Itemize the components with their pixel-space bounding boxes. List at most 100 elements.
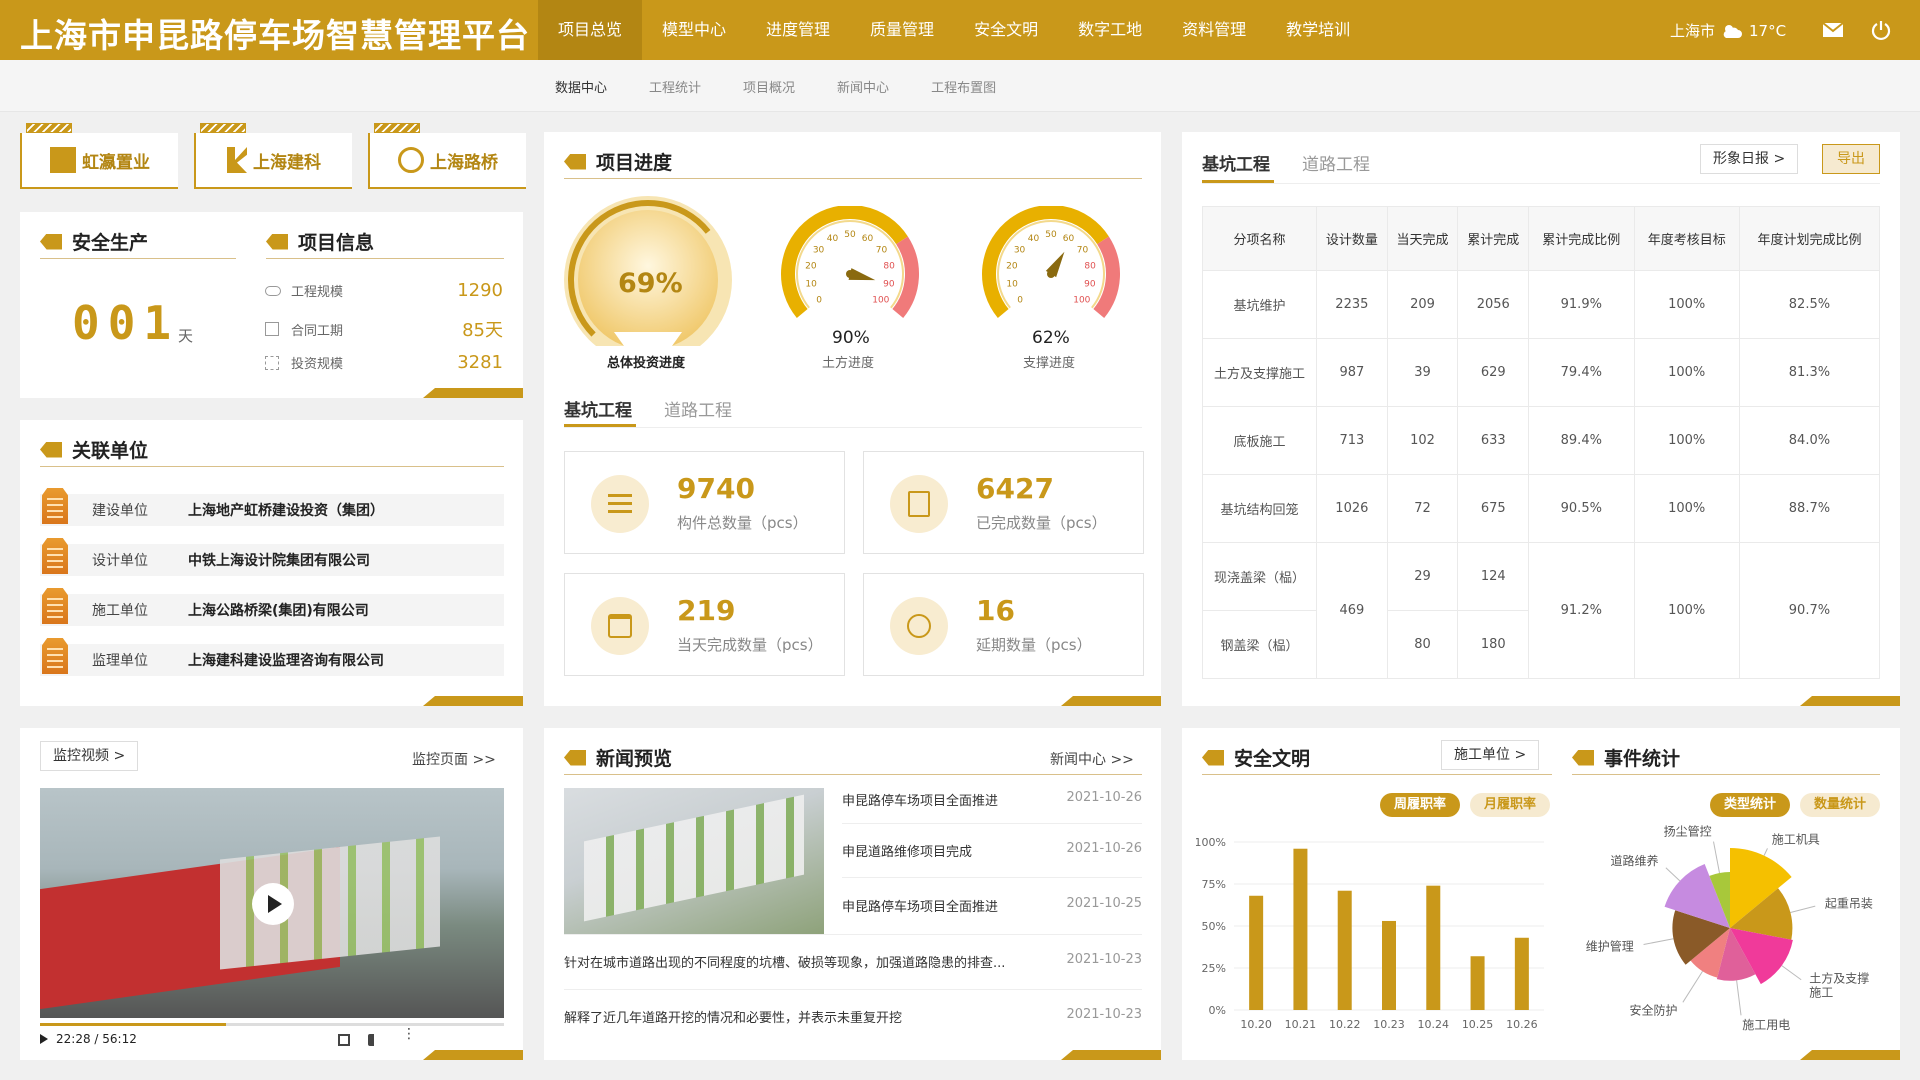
- table-tab-foundation-pit[interactable]: 基坑工程: [1202, 150, 1270, 175]
- col-header: 设计数量: [1316, 206, 1388, 271]
- event-type-pie-chart: 施工机具起重吊装土方及支撑施工施工用电 安全防护 维护管理 道路维养扬尘管控: [1586, 824, 1873, 1032]
- nav-item-quality[interactable]: 质量管理: [850, 0, 954, 60]
- nav-item-progress[interactable]: 进度管理: [746, 0, 850, 60]
- table-cell: 土方及支撑施工: [1202, 338, 1317, 407]
- bar[interactable]: [1470, 956, 1485, 1010]
- mail-icon[interactable]: [1822, 19, 1844, 41]
- daily-report-button[interactable]: 形象日报 >: [1700, 144, 1799, 174]
- unit-row-contractor: 施工单位 上海公路桥梁(集团)有限公司: [40, 588, 504, 626]
- y-tick-label: 0%: [1209, 1004, 1226, 1017]
- gauge-tick-label: 90: [1084, 279, 1096, 289]
- type-stats-pill[interactable]: 类型统计: [1710, 793, 1790, 817]
- count-stats-pill[interactable]: 数量统计: [1800, 793, 1880, 817]
- contractor-select-button[interactable]: 施工单位 >: [1441, 740, 1540, 770]
- tab-road-works[interactable]: 道路工程: [664, 396, 732, 421]
- bar[interactable]: [1382, 920, 1396, 1010]
- play-small-icon[interactable]: [40, 1034, 48, 1044]
- more-options-icon[interactable]: ⋮: [402, 1027, 416, 1041]
- table-cell: 84.0%: [1738, 406, 1881, 475]
- news-item[interactable]: 解释了近几年道路开挖的情况和必要性，并表示未重复开挖 2021-10-23: [564, 1007, 1142, 1026]
- table-cell: 633: [1457, 406, 1530, 475]
- subnav-overview[interactable]: 项目概况: [722, 77, 816, 96]
- news-item[interactable]: 针对在城市道路出现的不同程度的坑槽、破损等现象，加强道路隐患的排查... 2021…: [564, 952, 1142, 971]
- mute-icon[interactable]: [368, 1034, 380, 1046]
- bar[interactable]: [1293, 848, 1308, 1010]
- pie-leader-line: [1781, 965, 1802, 981]
- tab-foundation-pit[interactable]: 基坑工程: [564, 396, 632, 421]
- pie-leader-line: [1790, 905, 1816, 913]
- pie-leader-line: [1643, 938, 1674, 945]
- gauge-stand: [614, 332, 682, 346]
- power-icon[interactable]: [1870, 19, 1892, 41]
- table-row: 底板施工 713 102 633 89.4% 100% 84.0%: [1202, 406, 1881, 475]
- bar[interactable]: [1337, 890, 1352, 1010]
- fullscreen-icon[interactable]: [338, 1034, 350, 1046]
- city-label: 上海市: [1670, 22, 1716, 40]
- news-item[interactable]: 申昆道路维修项目完成 2021-10-26: [842, 841, 1142, 860]
- safety-title: 安全生产: [40, 228, 148, 255]
- table-cell: 91.9%: [1528, 270, 1635, 339]
- nav-item-model[interactable]: 模型中心: [642, 0, 746, 60]
- subnav-layout[interactable]: 工程布置图: [910, 77, 1017, 96]
- logo-mark: [50, 147, 76, 173]
- sub-nav: 数据中心 工程统计 项目概况 新闻中心 工程布置图: [0, 60, 1920, 112]
- pie-leader-line: [1736, 980, 1742, 1016]
- stat-card-completed: 6427 已完成数量（pcs）: [863, 451, 1144, 554]
- calendar-icon: [265, 322, 279, 336]
- stat-total-label: 构件总数量（pcs）: [677, 514, 808, 532]
- table-cell: 209: [1386, 270, 1459, 339]
- subnav-data-center[interactable]: 数据中心: [534, 77, 628, 96]
- monitor-page-link[interactable]: 监控页面 >>: [412, 749, 496, 769]
- table-cell: 91.2%: [1528, 542, 1635, 679]
- col-header: 分项名称: [1202, 206, 1317, 271]
- export-button[interactable]: 导出: [1822, 144, 1880, 174]
- tag-icon: [564, 153, 586, 170]
- bar[interactable]: [1514, 937, 1529, 1010]
- nav-item-digital-site[interactable]: 数字工地: [1058, 0, 1162, 60]
- table-tab-road-works[interactable]: 道路工程: [1302, 150, 1370, 175]
- pie-label: 施工: [1809, 986, 1833, 1000]
- nav-item-training[interactable]: 教学培训: [1266, 0, 1370, 60]
- stat-delayed-label: 延期数量（pcs）: [976, 636, 1092, 654]
- gauge-tick-label: 30: [813, 245, 825, 255]
- gauge-tick-label: 60: [862, 234, 874, 244]
- unit-row-supervisor: 监理单位 上海建科建设监理咨询有限公司: [40, 638, 504, 676]
- table-cell: 100%: [1633, 542, 1740, 679]
- event-stats-title: 事件统计: [1572, 744, 1680, 771]
- table-cell: 90.7%: [1738, 542, 1881, 679]
- info-row-duration: 合同工期 85天: [265, 316, 503, 342]
- news-center-link[interactable]: 新闻中心 >>: [1050, 749, 1134, 769]
- safety-days-counter: 001: [72, 296, 180, 350]
- video-time: 22:28 / 56:12: [56, 1032, 137, 1046]
- bar[interactable]: [1426, 885, 1441, 1010]
- stat-delayed-number: 16: [976, 594, 1015, 627]
- nav-item-documents[interactable]: 资料管理: [1162, 0, 1266, 60]
- subnav-stats[interactable]: 工程统计: [628, 77, 722, 96]
- video-monitor-button[interactable]: 监控视频 >: [40, 741, 139, 771]
- x-tick-label: 10.25: [1462, 1018, 1494, 1031]
- news-item[interactable]: 申昆路停车场项目全面推进 2021-10-25: [842, 896, 1142, 915]
- play-button[interactable]: [252, 883, 294, 925]
- weekly-rate-pill[interactable]: 周履职率: [1380, 793, 1460, 817]
- gauge-tick-label: 50: [1045, 230, 1057, 240]
- news-thumbnail-image[interactable]: [564, 788, 824, 934]
- clock-plus-icon: [890, 597, 948, 655]
- bar[interactable]: [1249, 895, 1264, 1010]
- subnav-news[interactable]: 新闻中心: [816, 77, 910, 96]
- video-player[interactable]: [40, 788, 504, 1018]
- engineering-table: 分项名称 设计数量 当天完成 累计完成 累计完成比例 年度考核目标 年度计划完成…: [1202, 206, 1881, 679]
- nav-item-overview[interactable]: 项目总览: [538, 0, 643, 60]
- table-cell: 987: [1316, 338, 1388, 407]
- x-tick-label: 10.26: [1506, 1018, 1538, 1031]
- monthly-rate-pill[interactable]: 月履职率: [1470, 793, 1550, 817]
- news-item[interactable]: 申昆路停车场项目全面推进 2021-10-26: [842, 790, 1142, 809]
- nav-item-safety[interactable]: 安全文明: [954, 0, 1058, 60]
- stat-total-number: 9740: [677, 472, 755, 505]
- gauge-hub: [846, 270, 854, 278]
- table-cell: 基坑维护: [1202, 270, 1317, 339]
- play-icon: [268, 895, 282, 913]
- tag-icon: [564, 749, 586, 766]
- earthwork-progress-value: 90%: [832, 328, 870, 348]
- table-cell: 124: [1457, 542, 1530, 611]
- video-progress-track[interactable]: [40, 1023, 504, 1026]
